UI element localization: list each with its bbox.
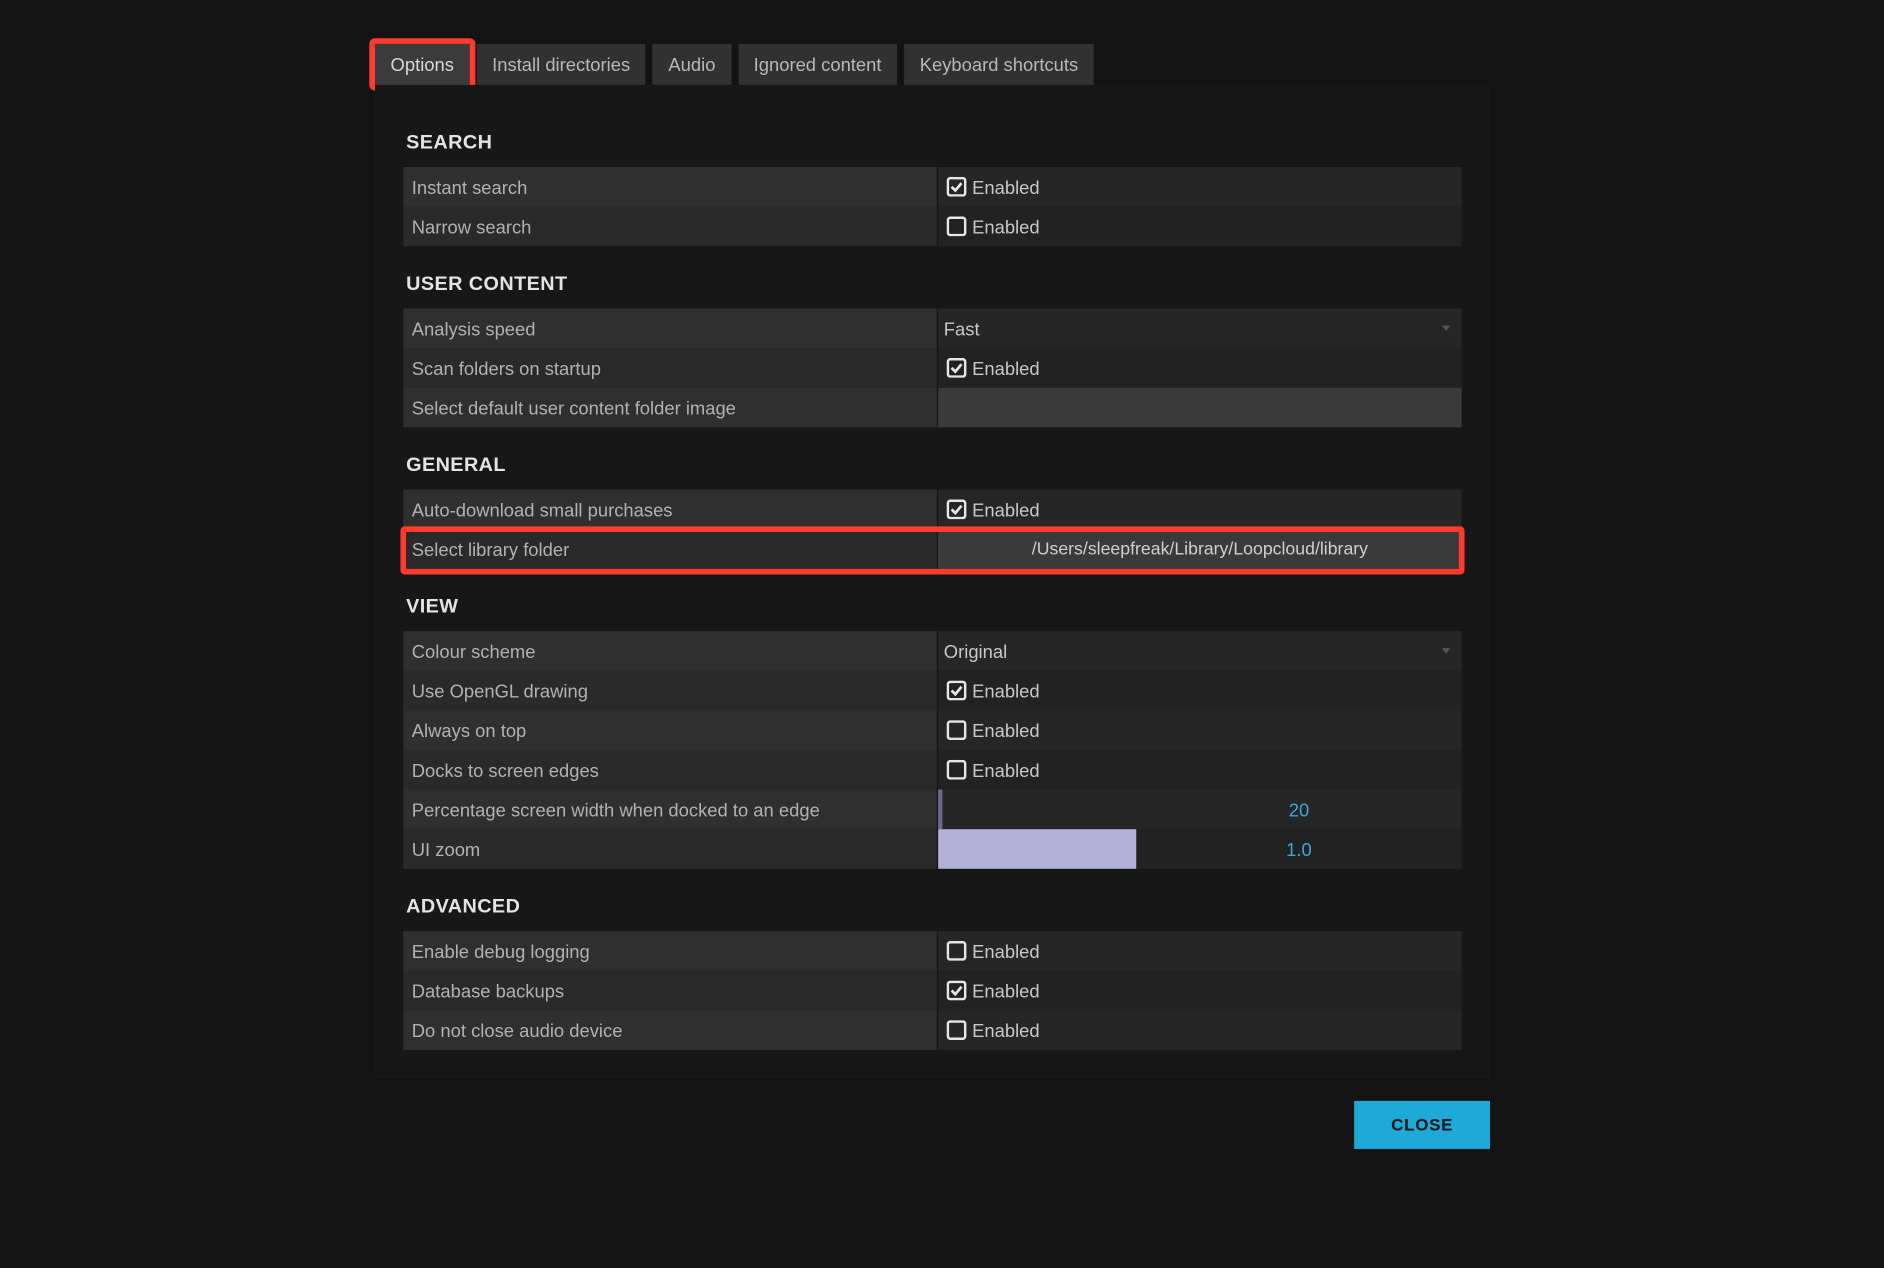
checkbox-auto-download[interactable]: Enabled [947, 499, 1040, 520]
section-view: VIEW Colour scheme Original Use OpenGL d… [403, 594, 1461, 869]
checkbox-unchecked-icon [947, 720, 967, 740]
dropdown-value: Fast [944, 318, 980, 339]
checkbox-label: Enabled [972, 176, 1040, 197]
row-label-library-folder: Select library folder [403, 529, 938, 569]
slider-fill [938, 790, 942, 830]
checkbox-instant-search[interactable]: Enabled [947, 176, 1040, 197]
row-label-no-close-audio: Do not close audio device [403, 1010, 938, 1050]
tab-label: Audio [668, 54, 715, 75]
close-button[interactable]: CLOSE [1354, 1101, 1490, 1149]
checkbox-label: Enabled [972, 216, 1040, 237]
tab-label: Options [391, 54, 454, 75]
tab-label: Ignored content [754, 54, 882, 75]
slider-ui-zoom[interactable]: 1.0 [938, 829, 1462, 869]
dropdown-colour-scheme[interactable]: Original [938, 631, 1462, 671]
checkbox-label: Enabled [972, 980, 1040, 1001]
checkbox-label: Enabled [972, 499, 1040, 520]
tab-bar: Options Install directories Audio Ignore… [375, 44, 1490, 85]
checkbox-label: Enabled [972, 720, 1040, 741]
section-title: ADVANCED [403, 894, 1461, 917]
checkbox-always-top[interactable]: Enabled [947, 720, 1040, 741]
checkbox-checked-icon [947, 358, 967, 378]
checkbox-unchecked-icon [947, 760, 967, 780]
row-label-auto-download: Auto-download small purchases [403, 490, 938, 530]
checkbox-no-close-audio[interactable]: Enabled [947, 1020, 1040, 1041]
row-label-instant-search: Instant search [403, 167, 938, 207]
row-label-ui-zoom: UI zoom [403, 829, 938, 869]
options-content: SEARCH Instant search Enabled Narrow sea… [375, 85, 1490, 1078]
row-label-docks-edges: Docks to screen edges [403, 750, 938, 790]
section-title: USER CONTENT [403, 272, 1461, 295]
button-label: CLOSE [1391, 1115, 1453, 1135]
row-label-analysis-speed: Analysis speed [403, 308, 938, 348]
checkbox-label: Enabled [972, 940, 1040, 961]
tab-install-directories[interactable]: Install directories [477, 44, 646, 85]
row-label-docked-width: Percentage screen width when docked to a… [403, 790, 938, 830]
checkbox-checked-icon [947, 981, 967, 1001]
row-label-debug-log: Enable debug logging [403, 931, 938, 971]
slider-docked-width[interactable]: 20 [938, 790, 1462, 830]
checkbox-unchecked-icon [947, 941, 967, 961]
section-search: SEARCH Instant search Enabled Narrow sea… [403, 130, 1461, 246]
checkbox-unchecked-icon [947, 1020, 967, 1040]
slider-fill [938, 829, 1136, 869]
section-title: SEARCH [403, 130, 1461, 153]
tab-options[interactable]: Options [375, 44, 470, 85]
section-user-content: USER CONTENT Analysis speed Fast Scan fo… [403, 272, 1461, 428]
checkbox-label: Enabled [972, 1020, 1040, 1041]
row-label-opengl: Use OpenGL drawing [403, 671, 938, 711]
checkbox-label: Enabled [972, 357, 1040, 378]
field-library-folder[interactable]: /Users/sleepfreak/Library/Loopcloud/libr… [938, 529, 1462, 569]
checkbox-db-backups[interactable]: Enabled [947, 980, 1040, 1001]
dropdown-analysis-speed[interactable]: Fast [938, 308, 1462, 348]
tab-label: Keyboard shortcuts [920, 54, 1079, 75]
checkbox-debug-log[interactable]: Enabled [947, 940, 1040, 961]
row-label-narrow-search: Narrow search [403, 207, 938, 247]
section-title: GENERAL [403, 453, 1461, 476]
slider-value: 1.0 [1136, 838, 1461, 859]
row-label-colour-scheme: Colour scheme [403, 631, 938, 671]
tab-keyboard-shortcuts[interactable]: Keyboard shortcuts [904, 44, 1094, 85]
tab-audio[interactable]: Audio [653, 44, 731, 85]
slider-value: 20 [1136, 799, 1461, 820]
row-label-db-backups: Database backups [403, 971, 938, 1011]
row-label-scan-startup: Scan folders on startup [403, 348, 938, 388]
tab-label: Install directories [492, 54, 630, 75]
checkbox-checked-icon [947, 177, 967, 197]
checkbox-narrow-search[interactable]: Enabled [947, 216, 1040, 237]
row-label-default-image: Select default user content folder image [403, 388, 938, 428]
checkbox-checked-icon [947, 681, 967, 701]
section-title: VIEW [403, 594, 1461, 617]
checkbox-checked-icon [947, 499, 967, 519]
row-label-always-top: Always on top [403, 710, 938, 750]
field-default-image[interactable] [938, 388, 1462, 428]
section-advanced: ADVANCED Enable debug logging Enabled Da… [403, 894, 1461, 1050]
checkbox-opengl[interactable]: Enabled [947, 680, 1040, 701]
section-general: GENERAL Auto-download small purchases En… [403, 453, 1461, 569]
footer: CLOSE [375, 1078, 1490, 1149]
tab-ignored-content[interactable]: Ignored content [738, 44, 897, 85]
checkbox-unchecked-icon [947, 216, 967, 236]
settings-panel: Options Install directories Audio Ignore… [375, 44, 1490, 1149]
checkbox-label: Enabled [972, 759, 1040, 780]
checkbox-label: Enabled [972, 680, 1040, 701]
dropdown-value: Original [944, 640, 1007, 661]
checkbox-scan-startup[interactable]: Enabled [947, 357, 1040, 378]
path-value: /Users/sleepfreak/Library/Loopcloud/libr… [1032, 539, 1368, 559]
checkbox-docks-edges[interactable]: Enabled [947, 759, 1040, 780]
